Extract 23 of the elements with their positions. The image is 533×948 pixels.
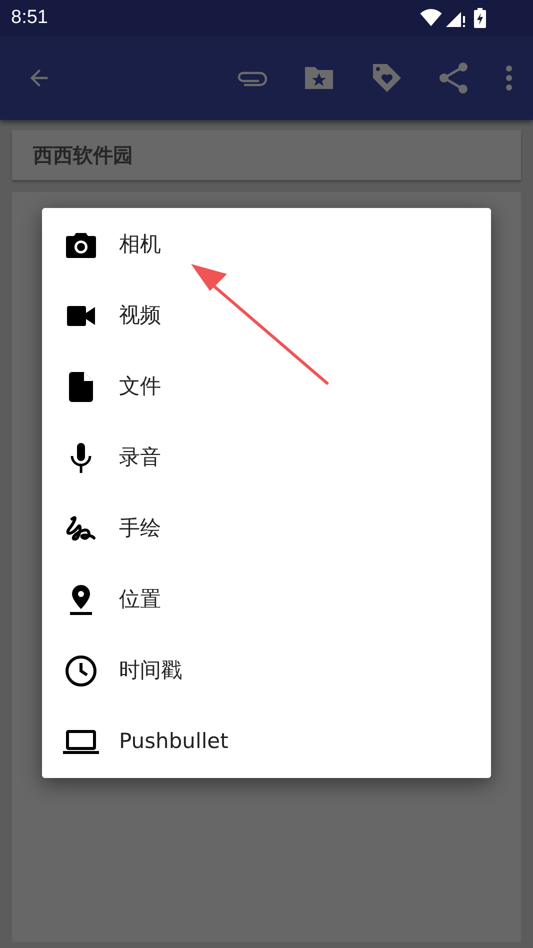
- folder-star-icon[interactable]: [303, 65, 335, 91]
- microphone-icon: [70, 442, 92, 472]
- menu-item[interactable]: 手绘: [42, 493, 491, 564]
- laptop-icon: [62, 730, 98, 754]
- clock-icon: [64, 654, 96, 686]
- camera-icon: [66, 232, 96, 258]
- menu-item[interactable]: Pushbullet: [42, 706, 491, 777]
- more-icon[interactable]: [505, 65, 513, 91]
- menu-item[interactable]: 时间戳: [42, 635, 491, 706]
- tag-heart-icon[interactable]: [371, 62, 403, 94]
- status-time: 8:51: [11, 6, 48, 30]
- menu-item[interactable]: 录音: [42, 422, 491, 493]
- file-icon: [68, 372, 92, 402]
- share-icon[interactable]: [439, 62, 469, 94]
- wifi-icon: [420, 9, 442, 27]
- scribble-icon: [66, 514, 96, 542]
- video-camera-icon: [66, 306, 94, 326]
- menu-item[interactable]: 文件: [42, 351, 491, 422]
- menu-item[interactable]: 视频: [42, 280, 491, 351]
- menu-item[interactable]: 位置: [42, 564, 491, 635]
- menu-item[interactable]: 相机: [42, 209, 491, 280]
- location-pin-icon: [68, 584, 92, 614]
- battery-icon: [474, 8, 486, 28]
